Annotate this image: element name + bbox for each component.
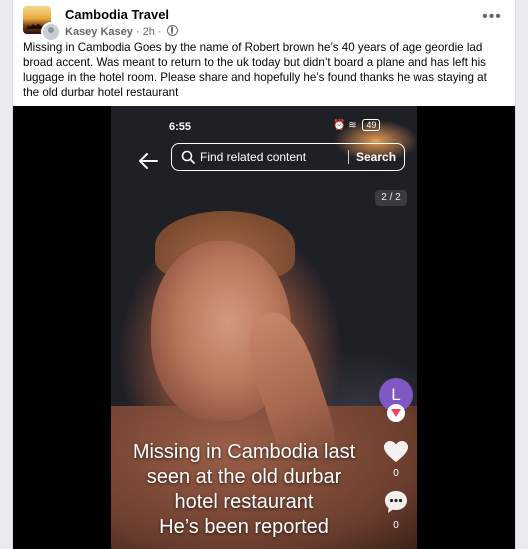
heart-icon[interactable] xyxy=(383,440,409,464)
page-name[interactable]: Cambodia Travel xyxy=(65,7,169,22)
wifi-icon: ≋ xyxy=(348,120,357,131)
like-count: 0 xyxy=(393,468,399,479)
post-caption: Missing in Cambodia Goes by the name of … xyxy=(23,41,487,99)
overlay-text: Missing in Cambodia last seen at the old… xyxy=(119,440,369,540)
alarm-icon: ⏰ xyxy=(333,120,346,131)
more-options-icon[interactable]: ••• xyxy=(481,9,503,28)
comment-icon[interactable] xyxy=(383,489,409,515)
post-image[interactable]: 6:55 ⏰ ≋ 49 Find related content Search … xyxy=(13,106,515,549)
search-placeholder: Find related content xyxy=(200,150,307,164)
search-icon xyxy=(181,150,195,164)
post-card: Cambodia Travel Kasey Kasey · 2h · ••• M… xyxy=(12,0,516,549)
author-avatar[interactable] xyxy=(41,22,61,42)
overlay-line: seen at the old durbar xyxy=(146,466,342,488)
globe-icon xyxy=(166,25,178,36)
search-button[interactable]: Search xyxy=(356,150,396,164)
phone-screenshot: 6:55 ⏰ ≋ 49 Find related content Search … xyxy=(111,106,417,549)
post-time[interactable]: 2h xyxy=(143,26,155,38)
status-icons: ⏰ ≋ 49 xyxy=(333,119,381,131)
post-meta: Kasey Kasey · 2h · xyxy=(65,25,178,38)
search-input[interactable]: Find related content Search xyxy=(171,143,405,171)
back-arrow-icon[interactable] xyxy=(137,151,159,171)
battery-indicator: 49 xyxy=(362,119,381,131)
meta-separator: · xyxy=(135,26,143,38)
overlay-line: hotel restaurant xyxy=(174,491,314,513)
status-time: 6:55 xyxy=(169,121,192,133)
author-name[interactable]: Kasey Kasey xyxy=(65,26,133,38)
overlay-line: He’s been reported xyxy=(159,516,329,538)
overlay-line: Missing in Cambodia last xyxy=(132,441,356,463)
comment-count: 0 xyxy=(393,520,399,531)
follow-plus-icon[interactable] xyxy=(387,404,405,422)
page-counter: 2 / 2 xyxy=(375,190,407,206)
search-divider xyxy=(348,150,349,164)
meta-dot: · xyxy=(158,26,165,38)
